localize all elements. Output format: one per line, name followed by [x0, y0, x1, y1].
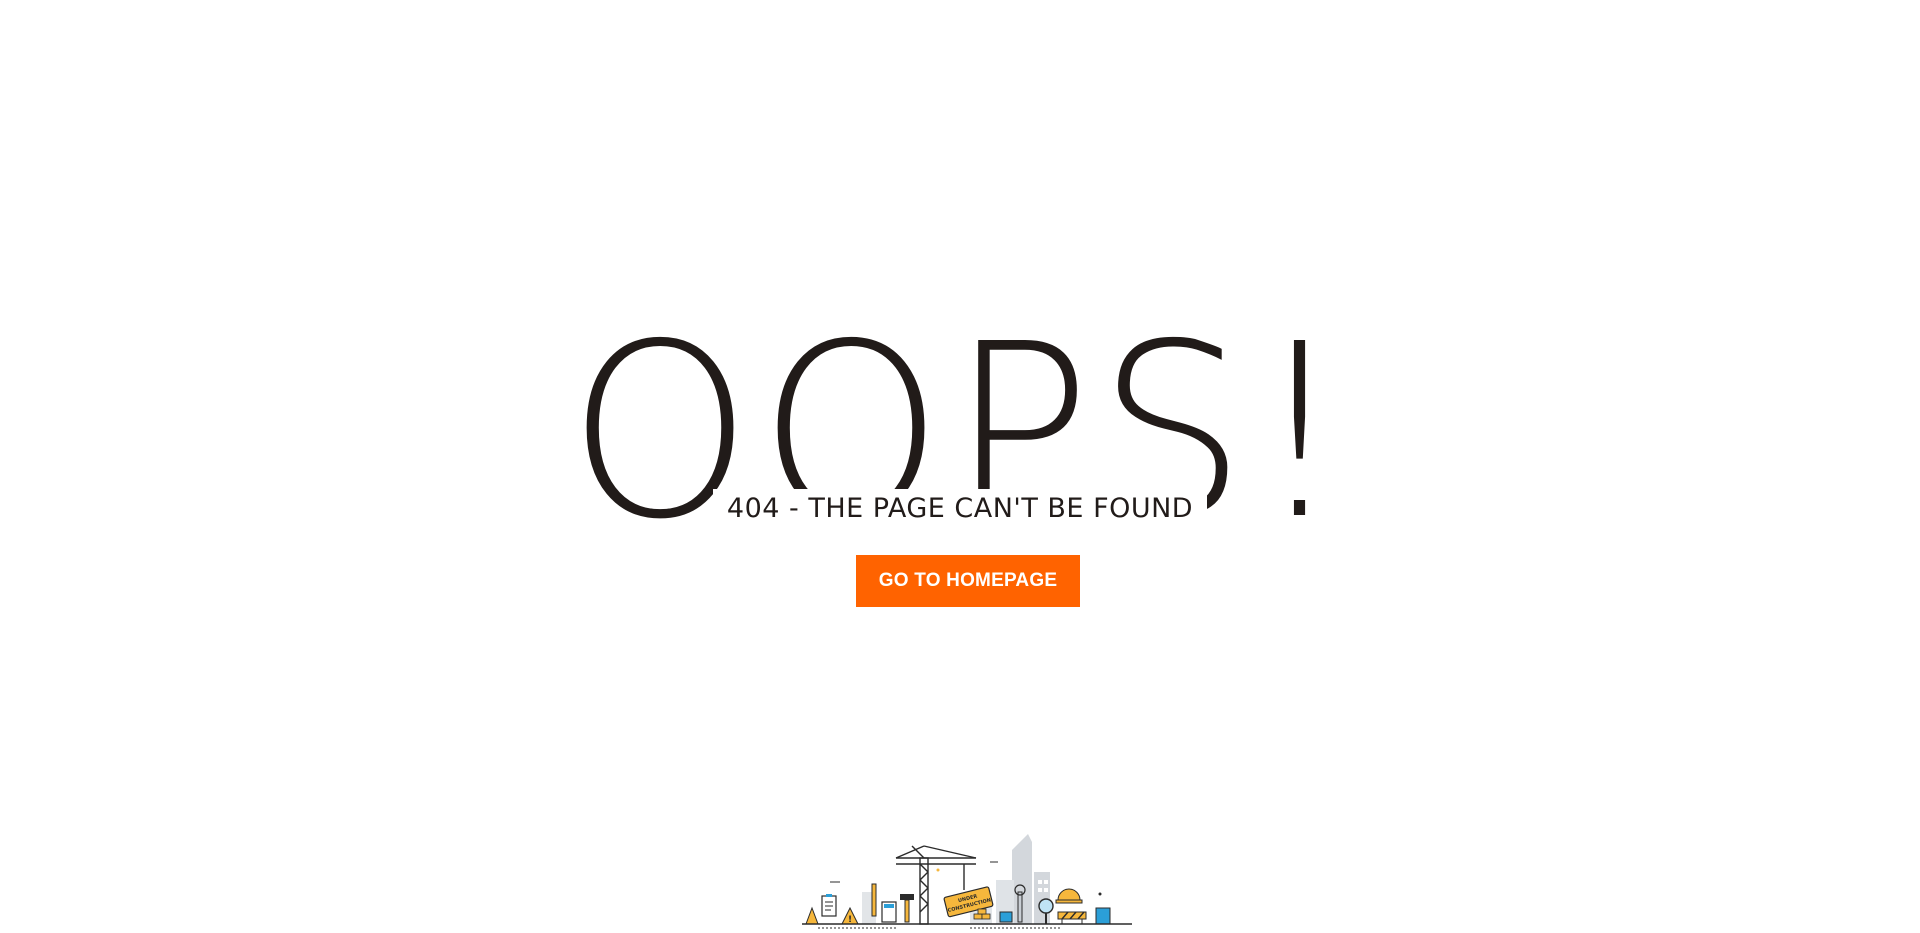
subtitle-wrap: 404 - THE PAGE CAN'T BE FOUND	[0, 489, 1920, 530]
not-found-page: OOPS! 404 - THE PAGE CAN'T BE FOUND GO T…	[0, 0, 1920, 933]
under-construction-illustration: UNDER CONSTRUCTION !	[800, 832, 1134, 932]
not-found-block: OOPS! 404 - THE PAGE CAN'T BE FOUND GO T…	[0, 330, 1920, 620]
construction-scene-icon: UNDER CONSTRUCTION !	[802, 834, 1132, 929]
go-to-homepage-button[interactable]: GO TO HOMEPAGE	[856, 555, 1080, 607]
error-subtitle: 404 - THE PAGE CAN'T BE FOUND	[712, 489, 1208, 530]
